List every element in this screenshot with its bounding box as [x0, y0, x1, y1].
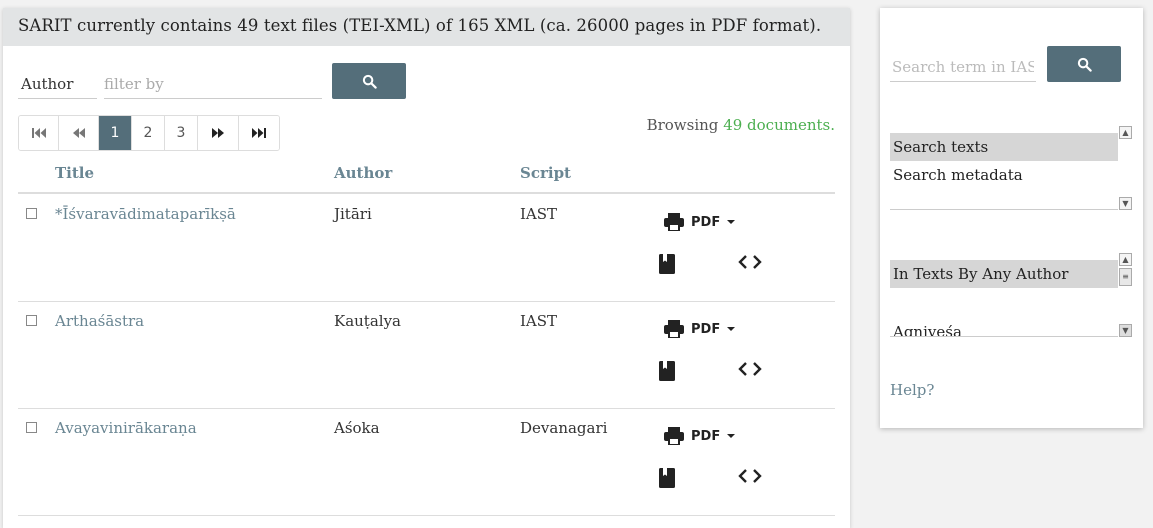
book-icon [659, 361, 675, 381]
help-link[interactable]: Help? [890, 381, 934, 399]
author-option[interactable]: In Texts By Any Author [890, 260, 1118, 288]
document-title-link[interactable]: Avayavinirākaraṇa [55, 419, 197, 437]
pdf-label: PDF [691, 321, 721, 337]
search-mode-scrollbar[interactable]: ▲ ▼ [1119, 126, 1132, 210]
caret-down-icon [727, 434, 736, 438]
scroll-down-arrow[interactable]: ▼ [1119, 324, 1132, 337]
document-title-link[interactable]: Arthaśāstra [55, 312, 144, 330]
filter-field-select[interactable]: Author [18, 72, 97, 99]
sidebar-search-input[interactable] [890, 52, 1036, 82]
page-button-1[interactable]: 1 [99, 116, 132, 150]
browsing-prefix: Browsing [646, 116, 719, 134]
table-row: *Īśvaravādimataparīkṣā Jitāri IAST PDF [18, 195, 835, 302]
search-mode-listbox[interactable]: Search texts Search metadata [890, 133, 1118, 210]
document-list-panel: SARIT currently contains 49 text files (… [3, 8, 850, 528]
scroll-down-arrow[interactable]: ▼ [1119, 197, 1132, 210]
pdf-label: PDF [691, 214, 721, 230]
row-select-checkbox[interactable] [26, 422, 37, 433]
document-script: IAST [520, 205, 558, 223]
document-author: Aśoka [334, 419, 380, 437]
read-online-button[interactable] [658, 467, 676, 493]
first-page-button[interactable] [19, 116, 59, 150]
column-header-author[interactable]: Author [334, 164, 392, 182]
document-script: Devanagari [520, 419, 608, 437]
view-xml-button[interactable] [738, 361, 762, 381]
first-page-icon [31, 128, 46, 138]
book-icon [659, 254, 675, 274]
search-sidebar: Search texts Search metadata ▲ ▼ In Text… [880, 8, 1143, 428]
caret-down-icon [727, 220, 736, 224]
code-icon [738, 255, 762, 269]
print-icon [664, 320, 684, 338]
next-page-button[interactable] [198, 116, 239, 150]
column-header-script[interactable]: Script [520, 164, 571, 182]
author-listbox[interactable]: In Texts By Any Author Agniveśa [890, 260, 1118, 337]
previous-page-button[interactable] [59, 116, 99, 150]
table-header: Title Author Script [18, 163, 835, 194]
scroll-up-arrow[interactable]: ▲ [1119, 126, 1132, 139]
author-option[interactable]: Agniveśa [890, 318, 1118, 336]
pdf-dropdown-button[interactable]: PDF [663, 426, 736, 446]
view-xml-button[interactable] [738, 468, 762, 488]
search-mode-option[interactable]: Search texts [890, 133, 1118, 161]
pdf-label: PDF [691, 428, 721, 444]
code-icon [738, 469, 762, 483]
pagination: 1 2 3 [18, 115, 280, 151]
search-icon [1077, 57, 1092, 72]
document-script: IAST [520, 312, 558, 330]
page-button-2[interactable]: 2 [132, 116, 165, 150]
search-icon [362, 74, 377, 89]
column-header-title[interactable]: Title [55, 164, 94, 182]
scroll-thumb[interactable]: ≡ [1119, 268, 1132, 286]
document-author: Kauṭalya [334, 312, 401, 330]
sidebar-search-button[interactable] [1047, 46, 1121, 82]
pdf-dropdown-button[interactable]: PDF [663, 319, 736, 339]
read-online-button[interactable] [658, 360, 676, 386]
table-row: Arthaśāstra Kauṭalya IAST PDF [18, 302, 835, 409]
book-icon [659, 468, 675, 488]
document-title-link[interactable]: *Īśvaravādimataparīkṣā [55, 205, 236, 223]
print-icon [664, 213, 684, 231]
browsing-status: Browsing 49 documents. [647, 116, 835, 134]
pdf-dropdown-button[interactable]: PDF [663, 212, 736, 232]
next-page-icon [212, 128, 224, 138]
last-page-icon [252, 128, 266, 138]
page-button-3[interactable]: 3 [165, 116, 198, 150]
previous-page-icon [72, 128, 85, 138]
table-row: Avayavinirākaraṇa Aśoka Devanagari PDF [18, 409, 835, 516]
code-icon [738, 362, 762, 376]
print-icon [664, 427, 684, 445]
row-select-checkbox[interactable] [26, 208, 37, 219]
last-page-button[interactable] [239, 116, 279, 150]
caret-down-icon [727, 327, 736, 331]
search-mode-option[interactable]: Search metadata [890, 161, 1118, 189]
filter-search-button[interactable] [332, 63, 406, 99]
filter-input[interactable] [104, 69, 322, 99]
author-scrollbar[interactable]: ▲ ≡ ▼ [1119, 253, 1132, 338]
filter-bar: Author [3, 62, 850, 102]
document-author: Jitāri [334, 205, 372, 223]
view-xml-button[interactable] [738, 254, 762, 274]
collection-summary-banner: SARIT currently contains 49 text files (… [3, 8, 850, 46]
read-online-button[interactable] [658, 253, 676, 279]
row-select-checkbox[interactable] [26, 315, 37, 326]
scroll-up-arrow[interactable]: ▲ [1119, 253, 1132, 266]
document-count: 49 documents. [723, 116, 835, 134]
